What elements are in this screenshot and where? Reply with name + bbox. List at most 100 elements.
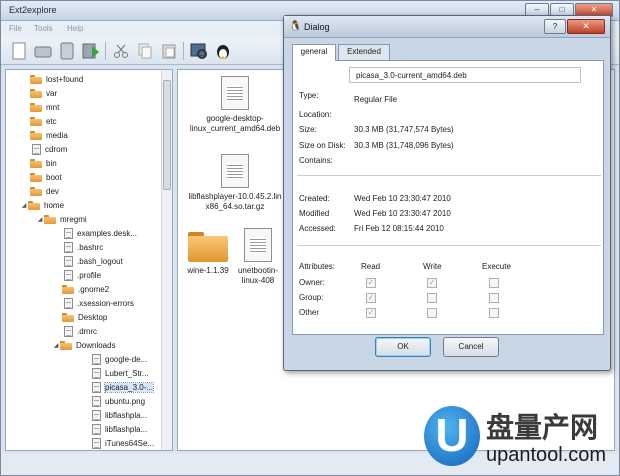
tree-item[interactable]: mnt (30, 101, 59, 114)
general-tab-panel: picasa_3.0-current_amd64.deb Type: Regul… (292, 60, 604, 335)
file-item[interactable]: libflashplayer-10.0.45.2.lin x86_64.so.t… (180, 154, 290, 212)
tree-item[interactable]: media (30, 129, 68, 142)
tree-item[interactable]: cdrom (32, 143, 67, 156)
document-icon (221, 154, 249, 188)
file-item[interactable]: google-desktop- linux_current_amd64.deb (180, 76, 290, 134)
read-column-header: Read (361, 262, 381, 271)
tree-item[interactable]: Desktop (62, 311, 107, 324)
type-value: Regular File (354, 95, 398, 104)
tree-item[interactable]: .bash_logout (64, 255, 123, 268)
properties-icon[interactable] (189, 41, 209, 61)
accessed-label: Accessed: (299, 224, 336, 233)
cancel-button[interactable]: Cancel (443, 337, 499, 357)
divider (297, 245, 601, 246)
menu-file[interactable]: File (9, 24, 22, 33)
write-column-header: Write (423, 262, 442, 271)
other-write-checkbox[interactable] (427, 308, 437, 318)
paste-icon[interactable] (159, 41, 179, 61)
tree-item[interactable]: .profile (64, 269, 101, 282)
tab-general[interactable]: general (292, 44, 336, 61)
tux-icon[interactable] (213, 41, 233, 61)
other-read-checkbox[interactable]: ✓ (366, 308, 376, 318)
tree-item[interactable]: ◢ home (20, 199, 64, 212)
tux-icon: 🐧 (289, 21, 302, 32)
tree-item[interactable]: var (30, 87, 57, 100)
disk-icon[interactable] (57, 41, 77, 61)
tree-item[interactable]: lost+found (30, 73, 83, 86)
folder-icon (30, 117, 42, 126)
menu-tools[interactable]: Tools (34, 24, 53, 33)
copy-icon[interactable] (135, 41, 155, 61)
watermark-logo: U (424, 406, 480, 466)
other-execute-checkbox[interactable] (489, 308, 499, 318)
expand-arrow-icon[interactable]: ◢ (36, 216, 44, 223)
tree-item[interactable]: ubuntu.png (92, 395, 145, 408)
folder-icon (62, 313, 74, 322)
scrollbar-thumb[interactable] (163, 80, 171, 190)
tab-extended[interactable]: Extended (338, 44, 390, 60)
owner-execute-checkbox[interactable] (489, 278, 499, 288)
created-label: Created: (299, 194, 330, 203)
expand-arrow-icon[interactable]: ◢ (52, 342, 60, 349)
location-label: Location: (299, 110, 332, 119)
file-icon (64, 228, 73, 239)
tree-item[interactable]: .gnome2 (62, 283, 109, 296)
folder-icon (28, 201, 40, 210)
tree-item[interactable]: libflashpla... (92, 423, 147, 436)
file-icon (92, 410, 101, 421)
drive-icon[interactable] (33, 41, 53, 61)
file-icon (92, 438, 101, 449)
ok-button[interactable]: OK (375, 337, 431, 357)
tree-item[interactable]: .bashrc (64, 241, 103, 254)
divider (297, 175, 601, 176)
owner-write-checkbox[interactable]: ✓ (427, 278, 437, 288)
tree-item[interactable]: .dmrc (64, 325, 97, 338)
properties-dialog: 🐧 Dialog ? ✕ general Extended picasa_3.0… (283, 15, 611, 371)
owner-read-checkbox[interactable]: ✓ (366, 278, 376, 288)
folder-tree[interactable]: lost+found var mnt etc media cdrom bin b… (5, 69, 173, 451)
cut-icon[interactable] (111, 41, 131, 61)
folder-icon (44, 215, 56, 224)
tree-item[interactable]: boot (30, 171, 62, 184)
document-icon (244, 228, 272, 262)
file-icon (92, 354, 101, 365)
tree-item[interactable]: ◢ mregmi (36, 213, 87, 226)
save-icon[interactable] (81, 41, 101, 61)
folder-icon (30, 89, 42, 98)
dialog-close-button[interactable]: ✕ (567, 19, 605, 34)
group-read-checkbox[interactable]: ✓ (366, 293, 376, 303)
tree-item[interactable]: dev (30, 185, 59, 198)
modified-label: Modified (299, 209, 330, 218)
tree-item[interactable]: Lubert_Str... (92, 367, 149, 380)
folder-icon (188, 232, 228, 262)
tree-scrollbar[interactable] (161, 70, 172, 450)
file-icon (92, 396, 101, 407)
group-execute-checkbox[interactable] (489, 293, 499, 303)
filename-field[interactable]: picasa_3.0-current_amd64.deb (349, 67, 581, 83)
tree-item[interactable]: iTunes64Se... (92, 437, 154, 450)
size-on-disk-value: 30.3 MB (31,748,096 Bytes) (354, 141, 454, 150)
file-item[interactable]: unetbootin- linux-408 (228, 228, 288, 286)
size-on-disk-label: Size on Disk: (299, 141, 346, 150)
group-write-checkbox[interactable] (427, 293, 437, 303)
tree-item[interactable]: google-de... (92, 353, 147, 366)
folder-icon (30, 173, 42, 182)
new-icon[interactable] (9, 41, 29, 61)
menu-help[interactable]: Help (67, 24, 83, 33)
tree-item[interactable]: bin (30, 157, 57, 170)
other-label: Other (299, 308, 320, 317)
contains-label: Contains: (299, 156, 333, 165)
file-icon (92, 424, 101, 435)
tree-item[interactable]: etc (30, 115, 57, 128)
tree-item-selected[interactable]: picasa_3.0-... (92, 381, 155, 394)
tree-item[interactable]: ◢ Downloads (52, 339, 116, 352)
dialog-title: Dialog (304, 22, 330, 32)
tree-item[interactable]: examples.desk... (64, 227, 137, 240)
watermark-url: upantool.com (486, 444, 607, 466)
tree-item[interactable]: .xsession-errors (64, 297, 134, 310)
help-button[interactable]: ? (544, 19, 566, 34)
expand-arrow-icon[interactable]: ◢ (20, 202, 28, 209)
tree-item[interactable]: libflashpla... (92, 409, 147, 422)
file-icon (64, 242, 73, 253)
folder-icon (30, 159, 42, 168)
